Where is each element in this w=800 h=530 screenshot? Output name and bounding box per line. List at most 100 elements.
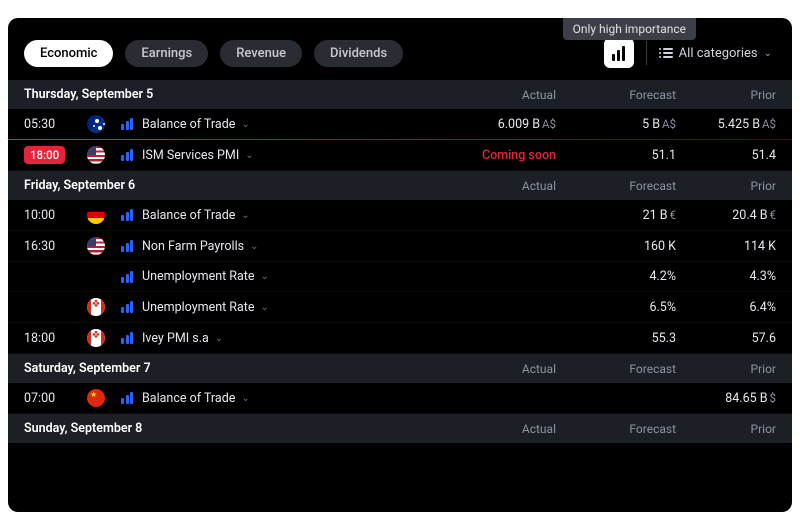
categories-label: All categories [679, 46, 758, 61]
importance-icon [112, 118, 142, 130]
importance-icon [112, 209, 142, 221]
chevron-down-icon: ⌄ [215, 333, 223, 344]
list-icon [659, 48, 673, 58]
date-label: Sunday, September 8 [24, 421, 436, 436]
event-name[interactable]: Ivey PMI s.a ⌄ [142, 331, 436, 346]
tab-earnings[interactable]: Earnings [125, 40, 208, 67]
forecast-value: 5 BA$ [556, 117, 676, 132]
prior-value: 20.4 B€ [676, 208, 776, 223]
date-label: Thursday, September 5 [24, 87, 436, 102]
flag-icon [87, 298, 105, 316]
forecast-value: 51.1 [556, 148, 676, 163]
forecast-value: 21 B€ [556, 208, 676, 223]
event-country [80, 298, 112, 316]
event-country [80, 115, 112, 133]
importance-icon [112, 301, 142, 313]
event-row[interactable]: 18:00 Ivey PMI s.a ⌄ 55.357.6 [8, 323, 792, 354]
col-header-actual: Actual [436, 362, 556, 376]
economic-calendar-panel: Only high importance Economic Earnings R… [8, 18, 792, 512]
prior-value: 114 K [676, 239, 776, 254]
flag-icon [87, 237, 105, 255]
event-row[interactable]: 07:00 Balance of Trade ⌄ 84.65 B$ [8, 383, 792, 414]
prior-value: 51.4 [676, 148, 776, 163]
event-country [80, 237, 112, 255]
flag-icon [87, 206, 105, 224]
col-header-forecast: Forecast [556, 88, 676, 102]
event-country [80, 389, 112, 407]
event-country [80, 146, 112, 164]
event-time: 05:30 [24, 117, 80, 132]
prior-value: 4.3% [676, 269, 776, 284]
date-label: Saturday, September 7 [24, 361, 436, 376]
event-name[interactable]: Balance of Trade ⌄ [142, 117, 436, 132]
event-time: 18:00 [24, 331, 80, 346]
event-time: 07:00 [24, 391, 80, 406]
date-label: Friday, September 6 [24, 178, 436, 193]
calendar-list: Thursday, September 5ActualForecastPrior… [8, 80, 792, 443]
importance-icon [112, 332, 142, 344]
col-header-actual: Actual [436, 179, 556, 193]
event-name[interactable]: Balance of Trade ⌄ [142, 391, 436, 406]
event-row[interactable]: Unemployment Rate ⌄ 4.2%4.3% [8, 262, 792, 292]
divider [646, 41, 647, 65]
event-name[interactable]: Balance of Trade ⌄ [142, 208, 436, 223]
event-name[interactable]: ISM Services PMI ⌄ [142, 148, 436, 163]
bars-icon [612, 46, 625, 61]
col-header-prior: Prior [676, 362, 776, 376]
col-header-forecast: Forecast [556, 179, 676, 193]
event-row[interactable]: Unemployment Rate ⌄ 6.5%6.4% [8, 292, 792, 323]
importance-filter-button[interactable] [604, 38, 634, 68]
col-header-forecast: Forecast [556, 422, 676, 436]
event-time: 16:30 [24, 239, 80, 254]
importance-tooltip: Only high importance [563, 18, 696, 40]
importance-icon [112, 392, 142, 404]
chevron-down-icon: ⌄ [241, 119, 249, 130]
flag-icon [87, 146, 105, 164]
forecast-value: 55.3 [556, 331, 676, 346]
col-header-actual: Actual [436, 422, 556, 436]
importance-icon [112, 149, 142, 161]
event-time: 18:00 [24, 146, 80, 164]
prior-value: 5.425 BA$ [676, 117, 776, 132]
date-header: Sunday, September 8ActualForecastPrior [8, 414, 792, 443]
flag-icon [87, 115, 105, 133]
col-header-prior: Prior [676, 422, 776, 436]
prior-value: 84.65 B$ [676, 391, 776, 406]
col-header-prior: Prior [676, 179, 776, 193]
event-time: 10:00 [24, 208, 80, 223]
tab-economic[interactable]: Economic [24, 40, 113, 67]
forecast-value: 4.2% [556, 269, 676, 284]
col-header-actual: Actual [436, 88, 556, 102]
col-header-forecast: Forecast [556, 362, 676, 376]
event-row[interactable]: 16:30Non Farm Payrolls ⌄160 K114 K [8, 231, 792, 262]
categories-dropdown[interactable]: All categories ⌄ [659, 46, 776, 61]
prior-value: 6.4% [676, 300, 776, 315]
actual-value: Coming soon [436, 148, 556, 163]
event-row[interactable]: 10:00 Balance of Trade ⌄ 21 B€20.4 B€ [8, 200, 792, 231]
event-name[interactable]: Unemployment Rate ⌄ [142, 300, 436, 315]
tab-dividends[interactable]: Dividends [314, 40, 403, 67]
chevron-down-icon: ⌄ [245, 150, 253, 161]
date-header: Thursday, September 5ActualForecastPrior [8, 80, 792, 109]
chevron-down-icon: ⌄ [764, 48, 772, 59]
event-row[interactable]: 18:00 ISM Services PMI ⌄Coming soon51.151… [8, 140, 792, 171]
event-country [80, 329, 112, 347]
importance-icon [112, 240, 142, 252]
event-country [80, 206, 112, 224]
importance-icon [112, 271, 142, 283]
prior-value: 57.6 [676, 331, 776, 346]
date-header: Saturday, September 7ActualForecastPrior [8, 354, 792, 383]
col-header-prior: Prior [676, 88, 776, 102]
flag-icon [87, 389, 105, 407]
event-row[interactable]: 05:30Balance of Trade ⌄6.009 BA$5 BA$5.4… [8, 109, 792, 140]
event-name[interactable]: Unemployment Rate ⌄ [142, 269, 436, 284]
event-name[interactable]: Non Farm Payrolls ⌄ [142, 239, 436, 254]
date-header: Friday, September 6ActualForecastPrior [8, 171, 792, 200]
chevron-down-icon: ⌄ [261, 271, 269, 282]
chevron-down-icon: ⌄ [250, 241, 258, 252]
chevron-down-icon: ⌄ [261, 302, 269, 313]
forecast-value: 6.5% [556, 300, 676, 315]
tab-revenue[interactable]: Revenue [220, 40, 302, 67]
flag-icon [87, 329, 105, 347]
chevron-down-icon: ⌄ [241, 210, 249, 221]
